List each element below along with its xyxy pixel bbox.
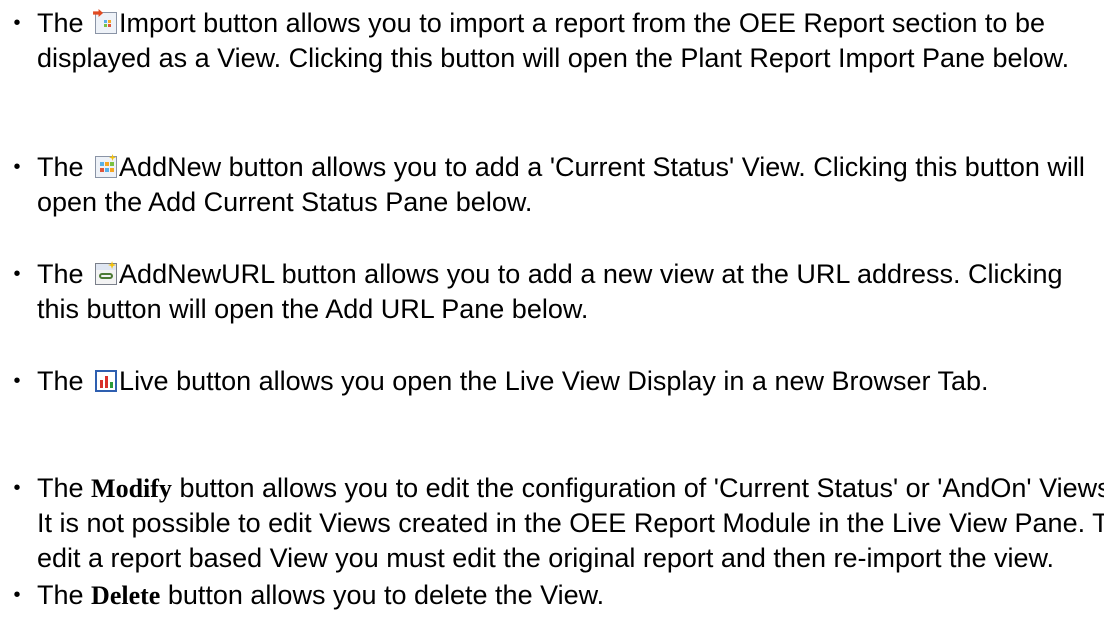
list-item-addnewurl: • The AddNewURL button allows you to add…: [0, 257, 1097, 327]
list-item-text: The Live button allows you open the Live…: [37, 364, 1104, 399]
lead-word: The: [37, 259, 84, 289]
lead-word: The: [37, 366, 84, 396]
lead-word: The: [37, 473, 84, 503]
bullet-icon: •: [13, 156, 21, 178]
lead-word: The: [37, 580, 84, 610]
item-description: button allows you to edit the configurat…: [37, 473, 1104, 573]
delete-button-name: Delete: [91, 581, 161, 610]
list-item-import: • The Import button allows you to import…: [0, 6, 1097, 76]
list-item-text: The AddNewURL button allows you to add a…: [37, 257, 1097, 327]
list-item-addnew: • The AddNew button allows you to add a …: [0, 150, 1097, 220]
list-item-delete: • The Delete button allows you to delete…: [0, 578, 1097, 613]
item-description: button allows you to delete the View.: [167, 580, 605, 610]
lead-word: The: [37, 152, 84, 182]
list-item-text: The Modify button allows you to edit the…: [37, 471, 1104, 576]
list-item-text: The AddNew button allows you to add a 'C…: [37, 150, 1097, 220]
item-description: Live button allows you open the Live Vie…: [119, 366, 989, 396]
add-new-icon: [95, 156, 118, 178]
list-item-modify: • The Modify button allows you to edit t…: [0, 471, 1104, 576]
bullet-icon: •: [13, 584, 21, 606]
modify-button-name: Modify: [91, 474, 172, 503]
bullet-icon: •: [13, 263, 21, 285]
import-icon: [95, 12, 118, 34]
add-url-icon: [95, 263, 118, 285]
list-item-text: The Delete button allows you to delete t…: [37, 578, 1097, 613]
lead-word: The: [37, 8, 84, 38]
bullet-icon: •: [13, 370, 21, 392]
item-description: AddNew button allows you to add a 'Curre…: [37, 152, 1085, 217]
bullet-icon: •: [13, 477, 21, 499]
item-description: Import button allows you to import a rep…: [37, 8, 1070, 73]
list-item-live: • The Live button allows you open the Li…: [0, 364, 1104, 399]
list-item-text: The Import button allows you to import a…: [37, 6, 1097, 76]
item-description: AddNewURL button allows you to add a new…: [37, 259, 1063, 324]
bullet-icon: •: [13, 12, 21, 34]
live-chart-icon: [95, 370, 118, 392]
